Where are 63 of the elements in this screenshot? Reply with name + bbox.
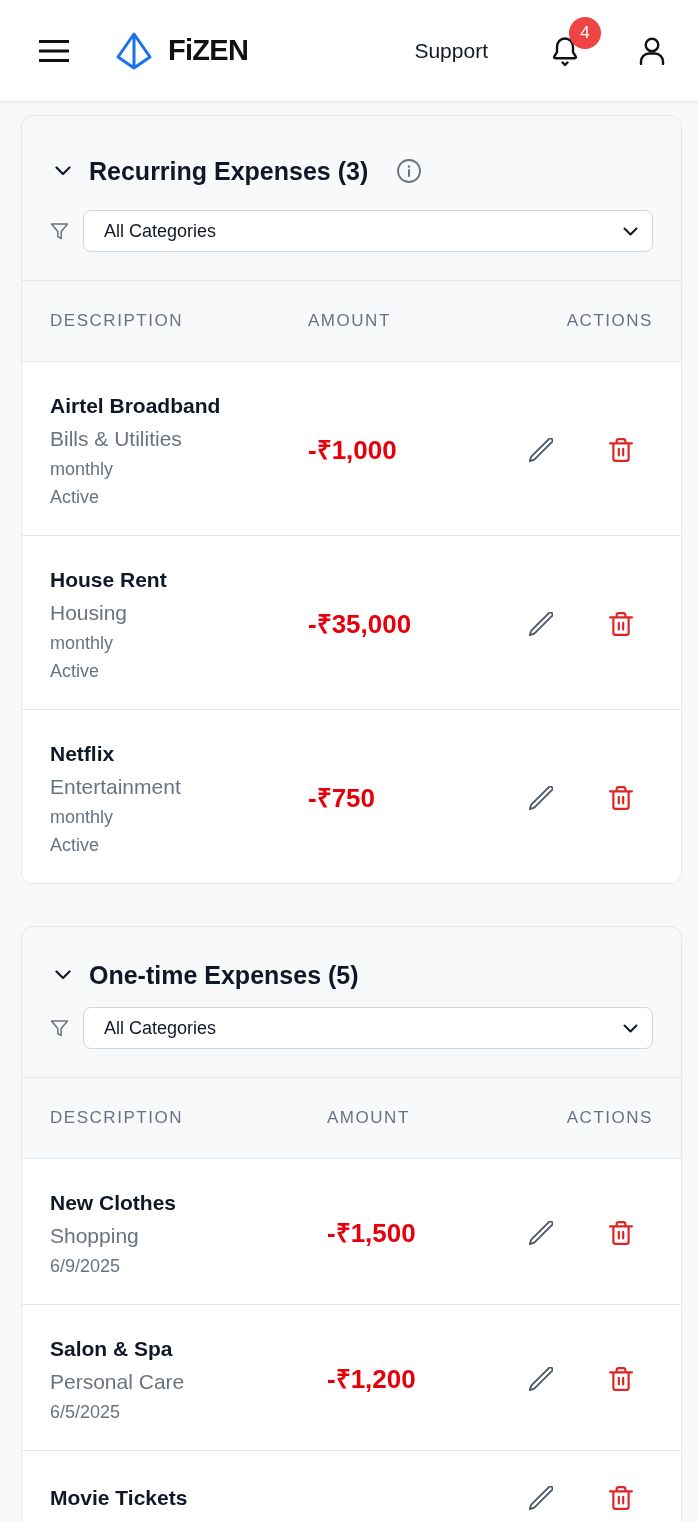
menu-button[interactable]	[39, 39, 69, 62]
expense-frequency: monthly	[50, 632, 115, 655]
column-header: DESCRIPTION	[50, 1107, 184, 1130]
user-icon	[639, 36, 665, 65]
expense-amount: -₹1,200	[327, 1363, 416, 1394]
category-select[interactable]: All Categories	[83, 210, 653, 252]
logo-icon	[115, 31, 153, 70]
expense-status: Active	[50, 834, 101, 857]
category-select[interactable]: All Categories	[83, 1007, 653, 1049]
expense-name: Airtel Broadband	[50, 393, 222, 419]
pencil-icon	[529, 1367, 553, 1391]
pencil-icon	[529, 1221, 553, 1245]
pencil-icon	[529, 786, 553, 810]
menu-icon	[39, 39, 69, 62]
expense-category: Bills & Utilities	[50, 426, 183, 452]
column-header: ACTIONS	[566, 310, 653, 333]
expense-category: Entertainment	[50, 774, 182, 800]
chevron-down-icon	[623, 1023, 638, 1033]
column-header: DESCRIPTION	[50, 310, 184, 333]
expense-amount: -₹35,000	[308, 608, 412, 639]
expense-category: Housing	[50, 600, 129, 626]
notifications-button[interactable]	[550, 34, 580, 67]
info-icon	[397, 159, 422, 183]
filter-icon	[50, 1019, 69, 1037]
support-link[interactable]: Support	[414, 34, 488, 67]
pencil-icon	[529, 438, 553, 462]
expense-amount: -₹1,500	[327, 1217, 416, 1248]
column-header: ACTIONS	[566, 1107, 653, 1130]
trash-icon	[609, 612, 633, 636]
expense-category: Shopping	[50, 1223, 140, 1249]
trash-icon	[609, 1221, 633, 1245]
pencil-icon	[529, 612, 553, 636]
expense-name: Movie Tickets	[50, 1485, 189, 1511]
expense-amount: -₹750	[308, 782, 376, 813]
logo-text: FiZEN	[168, 36, 249, 65]
pencil-icon	[529, 1486, 553, 1510]
bell-icon	[550, 34, 580, 67]
expense-name: Netflix	[50, 741, 116, 767]
chevron-down-icon	[623, 226, 638, 236]
filter-icon	[50, 222, 69, 240]
section-title: One-time Expenses (5)	[89, 960, 359, 991]
chevron-down-icon	[55, 166, 71, 176]
expense-amount: -₹1,000	[308, 434, 397, 465]
expense-date: 6/9/2025	[50, 1255, 122, 1278]
expense-frequency: monthly	[50, 806, 115, 829]
column-header: AMOUNT	[308, 310, 392, 333]
section-title: Recurring Expenses (3)	[89, 156, 369, 187]
expense-name: New Clothes	[50, 1190, 178, 1216]
trash-icon	[609, 1486, 633, 1510]
profile-button[interactable]	[639, 36, 665, 65]
notification-count: 4	[569, 16, 601, 49]
expense-date: 6/5/2025	[50, 1401, 122, 1424]
trash-icon	[609, 438, 633, 462]
expense-name: Salon & Spa	[50, 1336, 174, 1362]
expense-status: Active	[50, 486, 101, 509]
column-header: AMOUNT	[327, 1107, 411, 1130]
trash-icon	[609, 786, 633, 810]
expense-name: House Rent	[50, 567, 168, 593]
expense-frequency: monthly	[50, 458, 115, 481]
trash-icon	[609, 1367, 633, 1391]
expense-category: Personal Care	[50, 1369, 186, 1395]
expense-status: Active	[50, 660, 101, 683]
chevron-down-icon	[55, 970, 71, 980]
